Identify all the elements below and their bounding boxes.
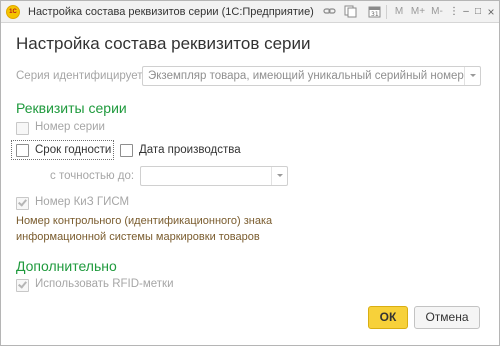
cancel-button[interactable]: Отмена	[414, 306, 480, 329]
series-identifies-dropdown-button[interactable]	[464, 67, 480, 85]
series-number-label: Номер серии	[35, 121, 105, 133]
svg-text:31: 31	[371, 11, 379, 18]
kiz-gism-hint-line2: информационной системы маркировки товаро…	[16, 231, 260, 243]
kiz-gism-checkbox[interactable]	[16, 197, 29, 210]
minimize-button[interactable]: –	[461, 4, 471, 20]
rfid-label: Использовать RFID-метки	[35, 278, 174, 290]
accuracy-dropdown-button[interactable]	[271, 167, 287, 185]
memory-button[interactable]: M	[393, 4, 405, 20]
series-number-checkbox[interactable]	[16, 122, 29, 135]
production-date-label[interactable]: Дата производства	[139, 144, 241, 156]
series-identifies-value: Экземпляр товара, имеющий уникальный сер…	[148, 70, 464, 82]
production-date-checkbox[interactable]	[120, 144, 133, 157]
section-series-attributes: Реквизиты серии	[16, 100, 127, 116]
toolbar-separator	[386, 5, 387, 19]
copy-icon[interactable]	[344, 5, 357, 18]
chevron-down-icon	[277, 174, 283, 177]
series-identifies-label: Серия идентифицирует:	[16, 70, 146, 82]
expiry-date-checkbox[interactable]	[16, 144, 29, 157]
dialog-title: Настройка состава реквизитов серии	[16, 34, 311, 53]
series-identifies-select[interactable]: Экземпляр товара, имеющий уникальный сер…	[142, 66, 481, 86]
expiry-date-label[interactable]: Срок годности	[35, 144, 111, 156]
title-bar: 1С Настройка состава реквизитов серии (1…	[1, 1, 499, 23]
dialog-window: 1С Настройка состава реквизитов серии (1…	[0, 0, 500, 346]
maximize-button[interactable]: □	[473, 4, 483, 20]
link-icon[interactable]	[323, 5, 336, 18]
more-menu-button[interactable]: ⋮	[449, 4, 459, 20]
chevron-down-icon	[470, 74, 476, 77]
memory-plus-button[interactable]: M+	[410, 4, 426, 20]
checkmark-icon	[18, 197, 27, 207]
ok-button[interactable]: ОК	[368, 306, 408, 329]
kiz-gism-label: Номер КиЗ ГИСМ	[35, 196, 130, 208]
checkmark-icon	[18, 279, 27, 289]
calendar-icon[interactable]: 31	[368, 5, 381, 18]
app-logo-icon: 1С	[6, 5, 20, 19]
accuracy-select[interactable]	[140, 166, 288, 186]
kiz-gism-hint-line1: Номер контрольного (идентификационного) …	[16, 215, 273, 227]
close-button[interactable]: ×	[486, 4, 496, 20]
memory-minus-button[interactable]: M-	[430, 4, 444, 20]
window-title: Настройка состава реквизитов серии (1С:П…	[28, 6, 314, 18]
section-additional: Дополнительно	[16, 258, 117, 274]
rfid-checkbox[interactable]	[16, 279, 29, 292]
accuracy-label: с точностью до:	[50, 170, 135, 182]
